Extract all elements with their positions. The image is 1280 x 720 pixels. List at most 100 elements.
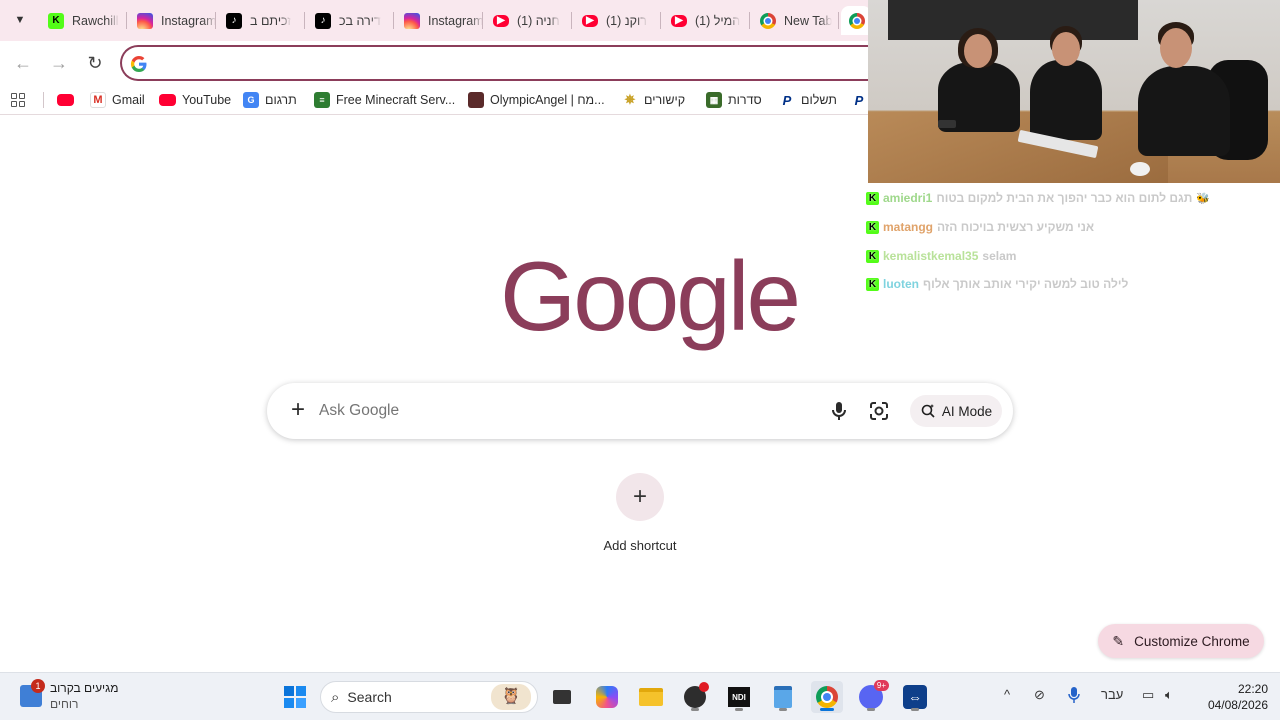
tray-microphone-button[interactable] [1068,687,1080,706]
tray-volume-button[interactable]: 🔈︎ [1165,687,1173,703]
chat-text: selam [982,249,1017,263]
file-explorer-button[interactable] [635,681,667,713]
widgets-button[interactable]: 1 מגיעים בקרוב רוחים [20,679,160,715]
task-view-icon [553,690,571,704]
tab-search-button[interactable]: ▼ [8,8,32,32]
instagram-icon [404,12,420,29]
head [964,34,992,68]
monitor-icon: ▭ [1142,687,1155,702]
tab-tiktok-2[interactable]: ♪ דירה בכ [307,6,396,35]
obs-button[interactable] [679,681,711,713]
apps-button[interactable] [11,89,25,111]
bookmark-links[interactable]: ✵ קישורים [622,89,686,111]
bookmark-translate[interactable]: G תרגום [243,89,297,111]
task-view-button[interactable] [546,681,578,713]
bookmarks-bar: M Gmail YouTube G תרגום ≡ Free Minecraft… [0,85,868,115]
tab-active[interactable] [841,6,871,35]
arrow-right-icon: → [50,52,68,73]
bookmark-label: YouTube [182,93,232,107]
bee-emote-icon: 🐝 [1196,192,1211,205]
language-indicator[interactable]: עבר [1101,687,1123,702]
tab-tiktok-1[interactable]: ♪ זכיתם ב [218,6,307,35]
bookmark-series[interactable]: ▦ סדרות [706,89,762,111]
running-indicator [779,708,787,711]
person-middle [1030,60,1102,140]
tab-separator [660,12,661,29]
system-clock[interactable]: 22:20 04/08/2026 [1192,681,1268,713]
head [1052,32,1080,66]
copilot-button[interactable] [591,681,623,713]
tray-overflow-button[interactable]: ^ [1004,687,1010,702]
reload-button[interactable]: ↻ [83,51,107,75]
tab-separator [304,12,305,29]
back-button[interactable]: ← [11,51,35,75]
translate-icon: G [243,92,259,108]
discord-button[interactable]: 9+ [855,680,889,713]
ndi-icon: NDI [728,687,750,707]
clock-date: 04/08/2026 [1207,698,1268,712]
bookmark-label: תרגום [265,93,297,107]
plus-icon: + [632,483,647,510]
tab-youtube-3[interactable]: ▶ (1) המיל [663,6,752,35]
tab-instagram-2[interactable]: Instagram [396,6,485,35]
tv-icon: ▦ [706,92,722,108]
teamviewer-button[interactable]: ⇔ [899,681,931,713]
owl-search-highlight-icon: 🦉 [491,684,531,710]
ai-mode-button[interactable]: AI Mode [910,395,1002,427]
bookmark-label: תשלום [801,93,837,107]
google-lens-icon[interactable] [867,399,891,423]
tab-label: דירה בכ [339,13,381,28]
bookmark-olympicangel[interactable]: OlympicAngel | מח... [468,89,605,111]
bookmark-payment[interactable]: P תשלום [779,89,837,111]
microphone-icon [1068,687,1080,703]
tray-display-button[interactable]: ▭ [1142,687,1154,703]
customize-chrome-label: Customize Chrome [1134,633,1250,649]
gmail-icon: M [90,92,106,108]
chat-text: לילה טוב למשה יקירי אותב אותך אלוף [923,277,1129,291]
chat-message: K kemalistkemal35 selam [866,246,1016,266]
add-shortcut-button[interactable]: + [616,473,664,521]
paypal-icon: P [854,92,864,108]
notepad-button[interactable] [767,681,799,713]
bookmark-paypal-2[interactable]: P [851,89,867,111]
active-indicator [820,708,834,711]
bookmark-youtube-icon-only[interactable] [57,89,74,111]
tray-network-button[interactable]: ⊘ [1034,687,1045,703]
tab-new-tab[interactable]: New Tab [752,6,841,35]
apps-grid-icon [11,93,25,107]
microphone-icon[interactable] [827,399,851,423]
ai-search-icon [921,404,935,418]
tab-label: זכיתם ב [250,13,292,28]
add-file-button[interactable]: + [284,396,312,424]
tab-rawchill[interactable]: K Rawchill [40,6,129,35]
tab-label: (1) המיל [695,13,741,28]
tab-youtube-1[interactable]: ▶ (1) חניה [485,6,574,35]
address-bar[interactable] [120,45,880,81]
start-button[interactable] [279,681,311,713]
bookmark-youtube[interactable]: YouTube [159,89,231,111]
search-placeholder[interactable]: Ask Google [319,402,399,420]
windows-logo-icon [284,686,306,708]
tab-separator [838,12,839,29]
chat-text: אני משקיע רצשית בויכוח הזה [937,220,1095,234]
search-box[interactable]: + Ask Google AI Mode [267,383,1013,439]
recording-dot-icon [699,682,709,692]
tab-instagram[interactable]: Instagram [129,6,218,35]
tab-youtube-2[interactable]: ▶ (1) רוקנ [574,6,663,35]
bookmark-label: OlympicAngel | מח... [490,93,605,107]
youtube-icon: ▶ [582,14,598,27]
chrome-taskbar-button[interactable] [811,681,843,713]
ndi-button[interactable]: NDI [723,681,755,713]
tab-separator [749,12,750,29]
customize-chrome-button[interactable]: ✎ Customize Chrome [1098,624,1264,658]
forward-button[interactable]: → [47,51,71,75]
running-indicator [735,708,743,711]
phone [938,120,956,128]
bookmark-gmail[interactable]: M Gmail [90,89,145,111]
chevron-up-icon: ^ [1004,687,1011,702]
bookmark-minecraft[interactable]: ≡ Free Minecraft Serv... [314,89,455,111]
tab-label: (1) רוקנ [606,13,647,28]
mouse [1130,162,1150,176]
person-right [1138,66,1230,156]
taskbar-search[interactable]: ⌕ Search 🦉 [320,681,538,713]
